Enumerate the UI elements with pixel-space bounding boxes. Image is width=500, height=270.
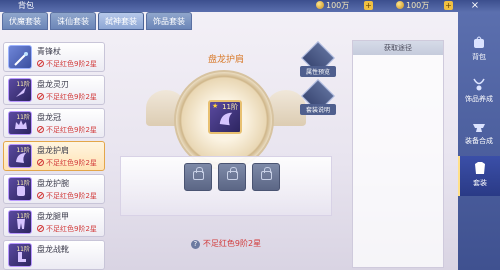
item-warning: 不足红色9阶2星	[37, 59, 97, 69]
nav-label: 背包	[472, 53, 486, 61]
top-bar: 背包 100万 + 100万 +	[0, 0, 500, 12]
bag-icon	[474, 36, 484, 48]
item-name: 盘龙冠	[37, 113, 61, 122]
item-warning: 不足红色9阶2星	[37, 191, 97, 201]
resource-value: 100万	[406, 1, 430, 10]
resource-gold-1: 100万	[316, 0, 349, 10]
help-icon[interactable]: ?	[190, 240, 200, 249]
list-item[interactable]: 11阶 盘龙灵刃 不足红色9阶2星	[3, 75, 105, 105]
requirement-text: 不足红色9阶2星	[202, 239, 262, 248]
gold-coin-icon	[396, 1, 404, 9]
list-item[interactable]: 11阶 盘龙战靴	[3, 240, 105, 270]
add-resource-button[interactable]: +	[364, 1, 373, 10]
lock-icon	[193, 167, 204, 180]
tab-fumo[interactable]: 伏魔套装	[2, 12, 48, 30]
staff-icon	[8, 45, 32, 69]
warning-text: 不足红色9阶2星	[46, 60, 97, 68]
item-name: 盘龙护肩	[37, 146, 69, 155]
list-item[interactable]: 11阶 盘龙护腕 不足红色9阶2星	[3, 174, 105, 204]
tab-label: 弑神套装	[105, 17, 137, 26]
item-name: 盘龙腿甲	[37, 212, 69, 221]
nav-label: 饰品养成	[465, 95, 493, 103]
tab-zhuxian[interactable]: 诛仙套装	[50, 12, 96, 30]
item-name: 青锋杖	[37, 47, 61, 56]
add-resource-button[interactable]: +	[444, 1, 453, 10]
warning-text: 不足红色9阶2星	[46, 159, 97, 167]
lock-icon	[261, 167, 272, 180]
tab-label: 饰品套装	[153, 17, 185, 26]
nav-item-synthesis[interactable]: 装备合成	[458, 114, 500, 154]
warning-text: 不足红色9阶2星	[46, 192, 97, 200]
tab-label: 伏魔套装	[9, 17, 41, 26]
nav-label: 装备合成	[465, 137, 493, 145]
forbidden-icon	[37, 126, 44, 133]
nav-item-bag[interactable]: 背包	[458, 30, 500, 70]
warning-text: 不足红色9阶2星	[46, 225, 97, 233]
pauldron-icon: 11阶	[8, 144, 32, 168]
forbidden-icon	[37, 60, 44, 67]
forbidden-icon	[37, 159, 44, 166]
acquire-panel: 获取途径	[352, 40, 444, 268]
item-warning: 不足红色9阶2星	[37, 224, 97, 234]
acquire-header: 获取途径	[353, 41, 443, 55]
tab-shishen[interactable]: 弑神套装	[98, 12, 144, 30]
locked-slot[interactable]	[218, 163, 246, 191]
item-name: 盘龙护腕	[37, 179, 69, 188]
gold-coin-icon	[316, 1, 324, 9]
tab-label: 诛仙套装	[57, 17, 89, 26]
bracer-icon: 11阶	[8, 177, 32, 201]
necklace-icon	[473, 78, 485, 91]
requirement-warning: ? 不足红色9阶2星	[112, 238, 340, 249]
blade-icon: 11阶	[8, 78, 32, 102]
boots-icon: 11阶	[8, 243, 32, 267]
nav-item-accessory[interactable]: 饰品养成	[458, 72, 500, 112]
leg-armor-icon: 11阶	[8, 210, 32, 234]
item-warning: 不足红色9阶2星	[37, 92, 97, 102]
list-item[interactable]: 青锋杖 不足红色9阶2星	[3, 42, 105, 72]
forbidden-icon	[37, 93, 44, 100]
item-warning: 不足红色9阶2星	[37, 125, 97, 135]
equipment-list[interactable]: 青锋杖 不足红色9阶2星 11阶 盘龙灵刃 不足红色9阶2星 11阶 盘龙冠 不…	[0, 38, 108, 270]
window-title: 背包	[18, 1, 34, 10]
list-item[interactable]: 11阶 盘龙腿甲 不足红色9阶2星	[3, 207, 105, 237]
locked-slot[interactable]	[252, 163, 280, 191]
pauldron-icon[interactable]: ★ 11阶	[208, 100, 242, 134]
warning-text: 不足红色9阶2星	[46, 93, 97, 101]
attribute-preview-label[interactable]: 属性预览	[300, 66, 336, 77]
forbidden-icon	[37, 192, 44, 199]
armor-set-icon	[475, 162, 485, 174]
crown-icon: 11阶	[8, 111, 32, 135]
side-nav: 背包 饰品养成 装备合成 套装	[458, 12, 500, 270]
resource-value: 100万	[326, 1, 350, 10]
tab-shipin[interactable]: 饰品套装	[146, 12, 192, 30]
list-item[interactable]: 11阶 盘龙冠 不足红色9阶2星	[3, 108, 105, 138]
locked-slot[interactable]	[184, 163, 212, 191]
close-icon[interactable]: ×	[466, 0, 484, 12]
lock-icon	[227, 167, 238, 180]
set-description-label[interactable]: 套装说明	[300, 104, 336, 115]
item-warning: 不足红色9阶2星	[37, 158, 97, 168]
resource-gold-2: 100万	[396, 0, 429, 10]
anvil-icon	[473, 124, 485, 132]
item-name: 盘龙战靴	[37, 245, 69, 254]
item-name: 盘龙灵刃	[37, 80, 69, 89]
warning-text: 不足红色9阶2星	[46, 126, 97, 134]
list-item-selected[interactable]: 11阶 盘龙护肩 不足红色9阶2星	[3, 141, 105, 171]
nav-label: 套装	[473, 179, 487, 187]
forbidden-icon	[37, 225, 44, 232]
nav-item-set[interactable]: 套装	[458, 156, 500, 196]
